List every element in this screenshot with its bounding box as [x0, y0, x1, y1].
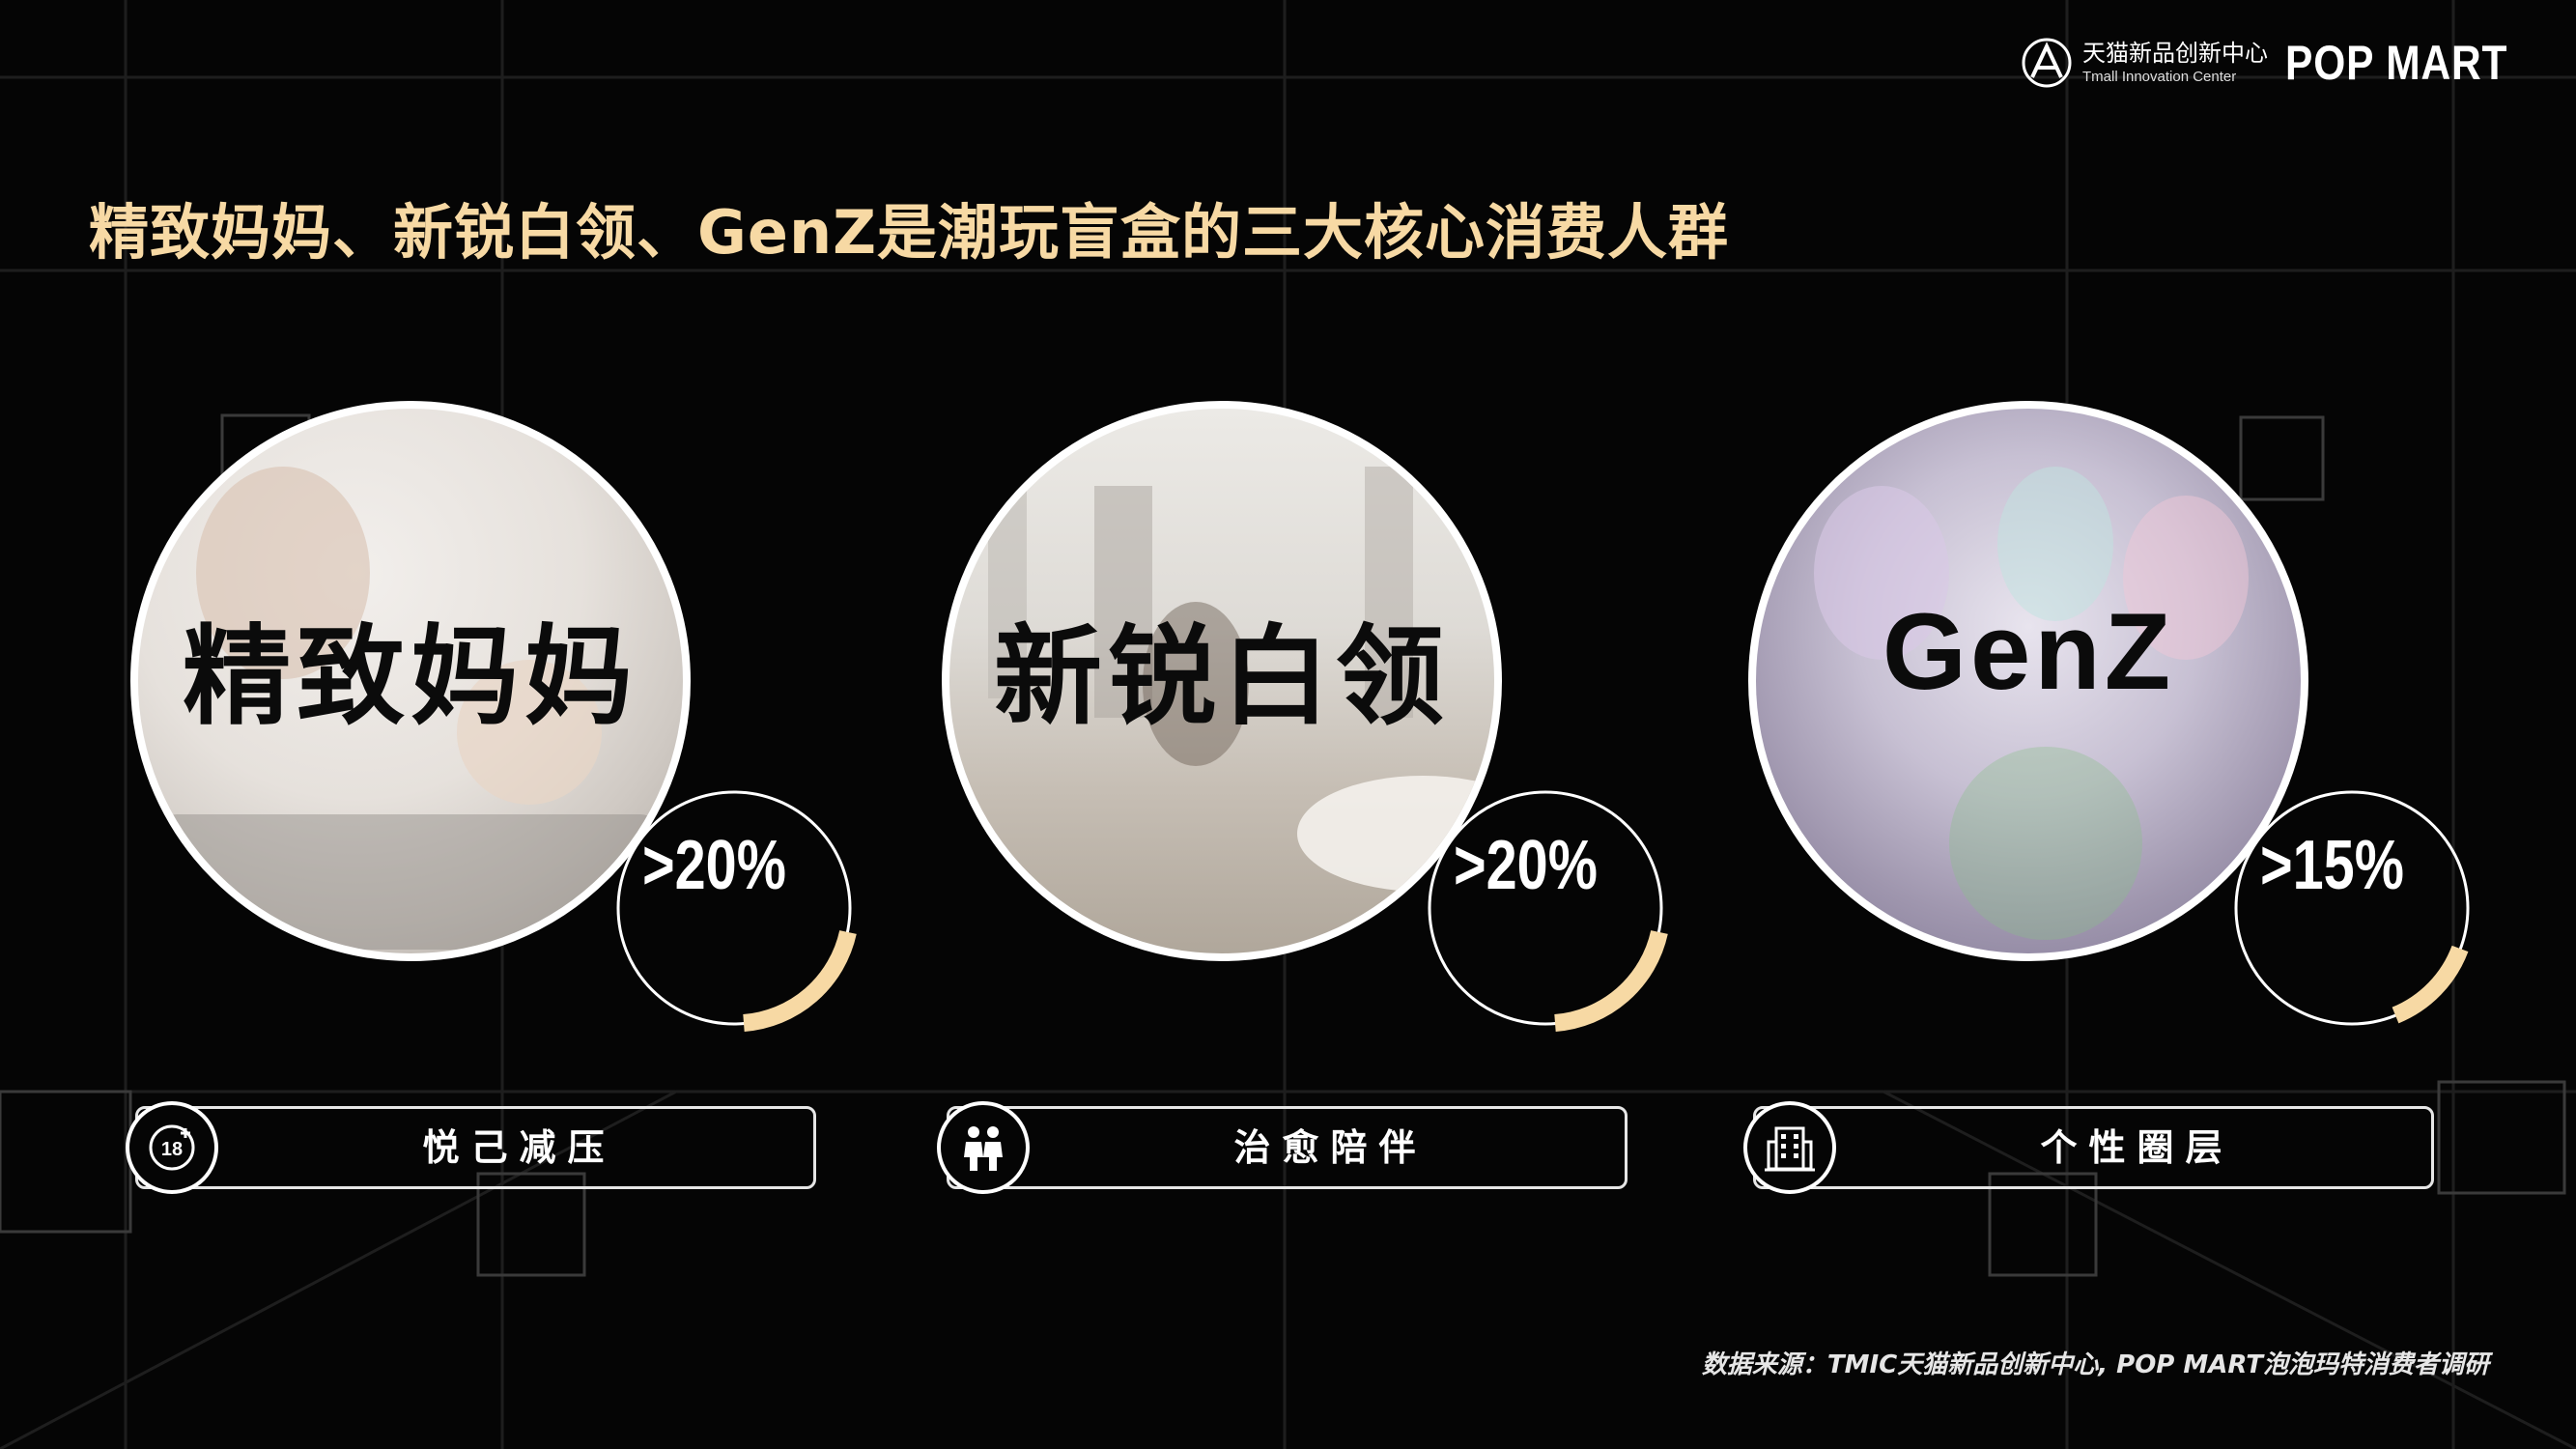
age-18-plus-icon: 18 [126, 1101, 218, 1194]
page-title: 精致妈妈、新锐白领、GenZ是潮玩盲盒的三大核心消费人群 [89, 197, 1730, 268]
segment-tag-label: 悦己减压 [422, 1126, 616, 1169]
data-source-note: 数据来源：TMIC天猫新品创新中心, POP MART泡泡玛特消费者调研 [1701, 1350, 2489, 1379]
building-icon [1743, 1101, 1836, 1194]
popmart-logo: POP MART [2285, 36, 2508, 90]
people-pair-icon [937, 1101, 1030, 1194]
segment-percent: >15% [2260, 827, 2404, 904]
segment-percent: >20% [1454, 827, 1598, 904]
header-logos: 天猫新品创新中心 Tmall Innovation Center POP MAR… [2021, 29, 2547, 97]
tmic-logo: 天猫新品创新中心 Tmall Innovation Center [2021, 37, 2268, 89]
segment-title: 精致妈妈 [183, 614, 638, 740]
segment-title: GenZ [1882, 591, 2175, 712]
segment-card-genz: GenZ >15% 个性圈层 [1734, 401, 2470, 1212]
tmic-name-en: Tmall Innovation Center [2082, 69, 2237, 85]
segment-tag-label: 治愈陪伴 [1233, 1126, 1428, 1169]
segment-tag-label: 个性圈层 [2040, 1126, 2234, 1169]
segment-card-white-collar: 新锐白领 >20% 治愈陪伴 [927, 401, 1668, 1212]
tmic-name-cn: 天猫新品创新中心 [2082, 40, 2268, 67]
segment-percent: >20% [642, 827, 786, 904]
svg-text:18: 18 [161, 1139, 183, 1160]
tmic-emblem-icon [2022, 38, 2072, 88]
segment-title: 新锐白领 [994, 614, 1450, 740]
segment-card-mothers: 精致妈妈 >20% 18 悦己减压 [116, 401, 857, 1212]
